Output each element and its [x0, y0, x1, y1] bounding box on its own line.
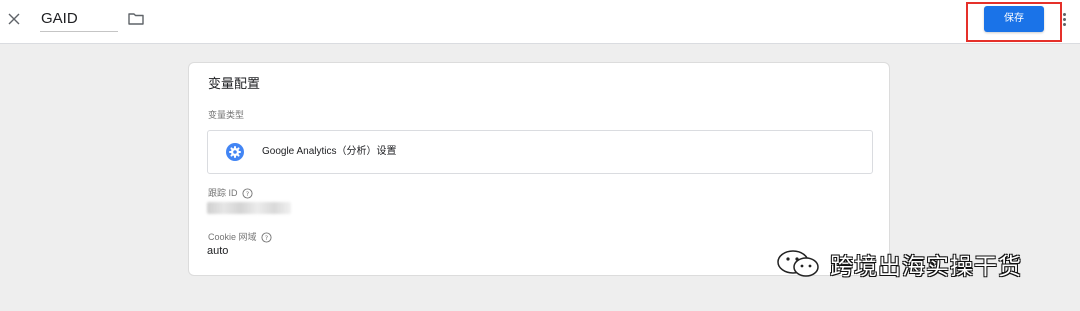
svg-text:?: ? — [245, 189, 248, 197]
close-icon — [8, 13, 20, 25]
card-title: 变量配置 — [208, 76, 261, 91]
close-button[interactable] — [6, 9, 22, 29]
cookie-domain-value: auto — [207, 245, 229, 257]
variable-configuration-card: 变量配置 变量类型 Google Analytics（分析）设置 跟踪 ID ?… — [188, 62, 890, 276]
more-options-button[interactable] — [1060, 9, 1068, 29]
wechat-icon — [777, 250, 819, 277]
variable-type-value: Google Analytics（分析）设置 — [262, 146, 397, 157]
variable-type-selector[interactable]: Google Analytics（分析）设置 — [207, 130, 873, 174]
help-icon[interactable]: ? — [241, 187, 253, 199]
more-vert-icon — [1062, 12, 1066, 16]
watermark: 跨境出海实操干货 — [774, 248, 1022, 280]
watermark-text: 跨境出海实操干货 — [830, 254, 1022, 280]
help-icon[interactable]: ? — [260, 231, 272, 243]
gear-icon — [226, 143, 244, 161]
tracking-id-value-redacted — [207, 202, 291, 214]
tracking-id-label: 跟踪 ID ? — [208, 187, 253, 199]
variable-type-label: 变量类型 — [208, 110, 245, 120]
svg-text:?: ? — [264, 233, 267, 241]
folder-button[interactable] — [127, 10, 145, 26]
variable-name-field[interactable]: GAID — [40, 8, 118, 32]
folder-icon — [128, 12, 144, 25]
top-bar: GAID 保存 — [0, 0, 1080, 44]
cookie-domain-label: Cookie 网域 ? — [208, 231, 272, 243]
save-button[interactable]: 保存 — [984, 6, 1044, 32]
